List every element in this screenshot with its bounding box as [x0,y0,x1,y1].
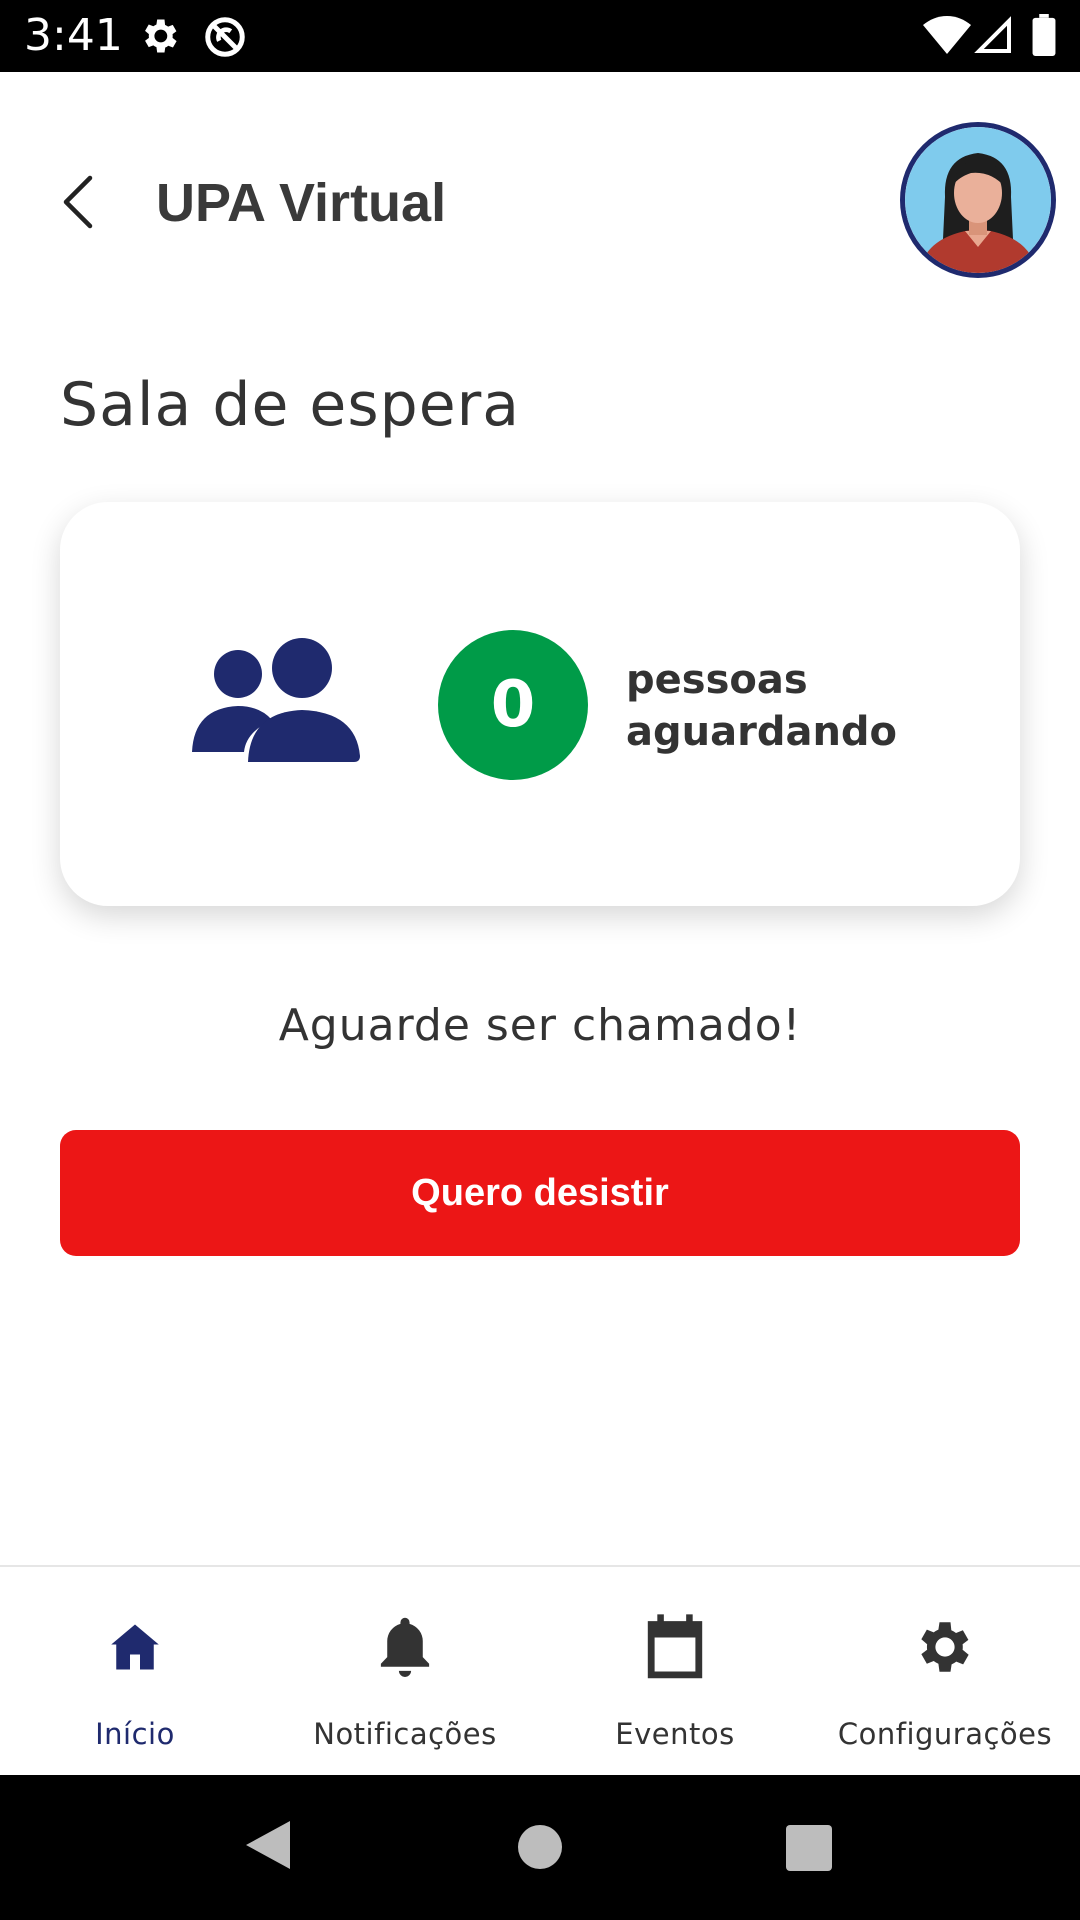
wifi-icon [923,16,971,54]
nav-item-configuracoes[interactable]: Configurações [810,1567,1080,1775]
chevron-left-icon [63,175,93,229]
home-icon [111,1624,159,1670]
give-up-button[interactable]: Quero desistir [60,1130,1020,1256]
page-title: UPA Virtual [156,173,447,233]
signal-icon [974,16,1011,53]
system-navigation-bar [0,1775,1080,1920]
waiting-label-line1: pessoas [626,657,808,703]
system-back-icon[interactable] [244,1819,292,1871]
waiting-count-label: pessoas aguardando [626,654,1006,758]
avatar-image [905,127,1051,273]
gear-icon [921,1622,969,1672]
nav-item-inicio[interactable]: Início [0,1567,270,1775]
system-recents-icon[interactable] [786,1825,832,1871]
bell-icon [380,1617,430,1677]
system-home-icon[interactable] [518,1825,562,1869]
do-not-disturb-icon [205,17,245,57]
calendar-icon [647,1614,703,1679]
nav-label-configuracoes: Configurações [837,1717,1053,1751]
status-time: 3:41 [24,10,123,61]
back-button[interactable] [50,170,106,234]
waiting-room-card: 0 pessoas aguardando [60,502,1020,906]
user-avatar[interactable] [900,122,1056,278]
nav-label-inicio: Início [95,1717,175,1751]
status-bar: 3:41 [0,0,1080,72]
nav-item-notificacoes[interactable]: Notificações [270,1567,540,1775]
nav-item-eventos[interactable]: Eventos [540,1567,810,1775]
screen: 3:41 UPA Virtual Sala de espera 0 pessoa… [0,0,1080,1920]
battery-icon [1032,14,1056,56]
wait-message: Aguarde ser chamado! [278,1000,802,1051]
section-title: Sala de espera [60,370,521,440]
bottom-navigation: Início Notificações Eventos Configuraçõe… [0,1565,1080,1775]
settings-icon [145,19,177,53]
waiting-label-line2: aguardando [626,709,898,755]
people-icon [192,638,360,762]
nav-label-notificacoes: Notificações [313,1717,497,1751]
waiting-count-badge: 0 [438,630,588,780]
nav-label-eventos: Eventos [615,1717,735,1751]
